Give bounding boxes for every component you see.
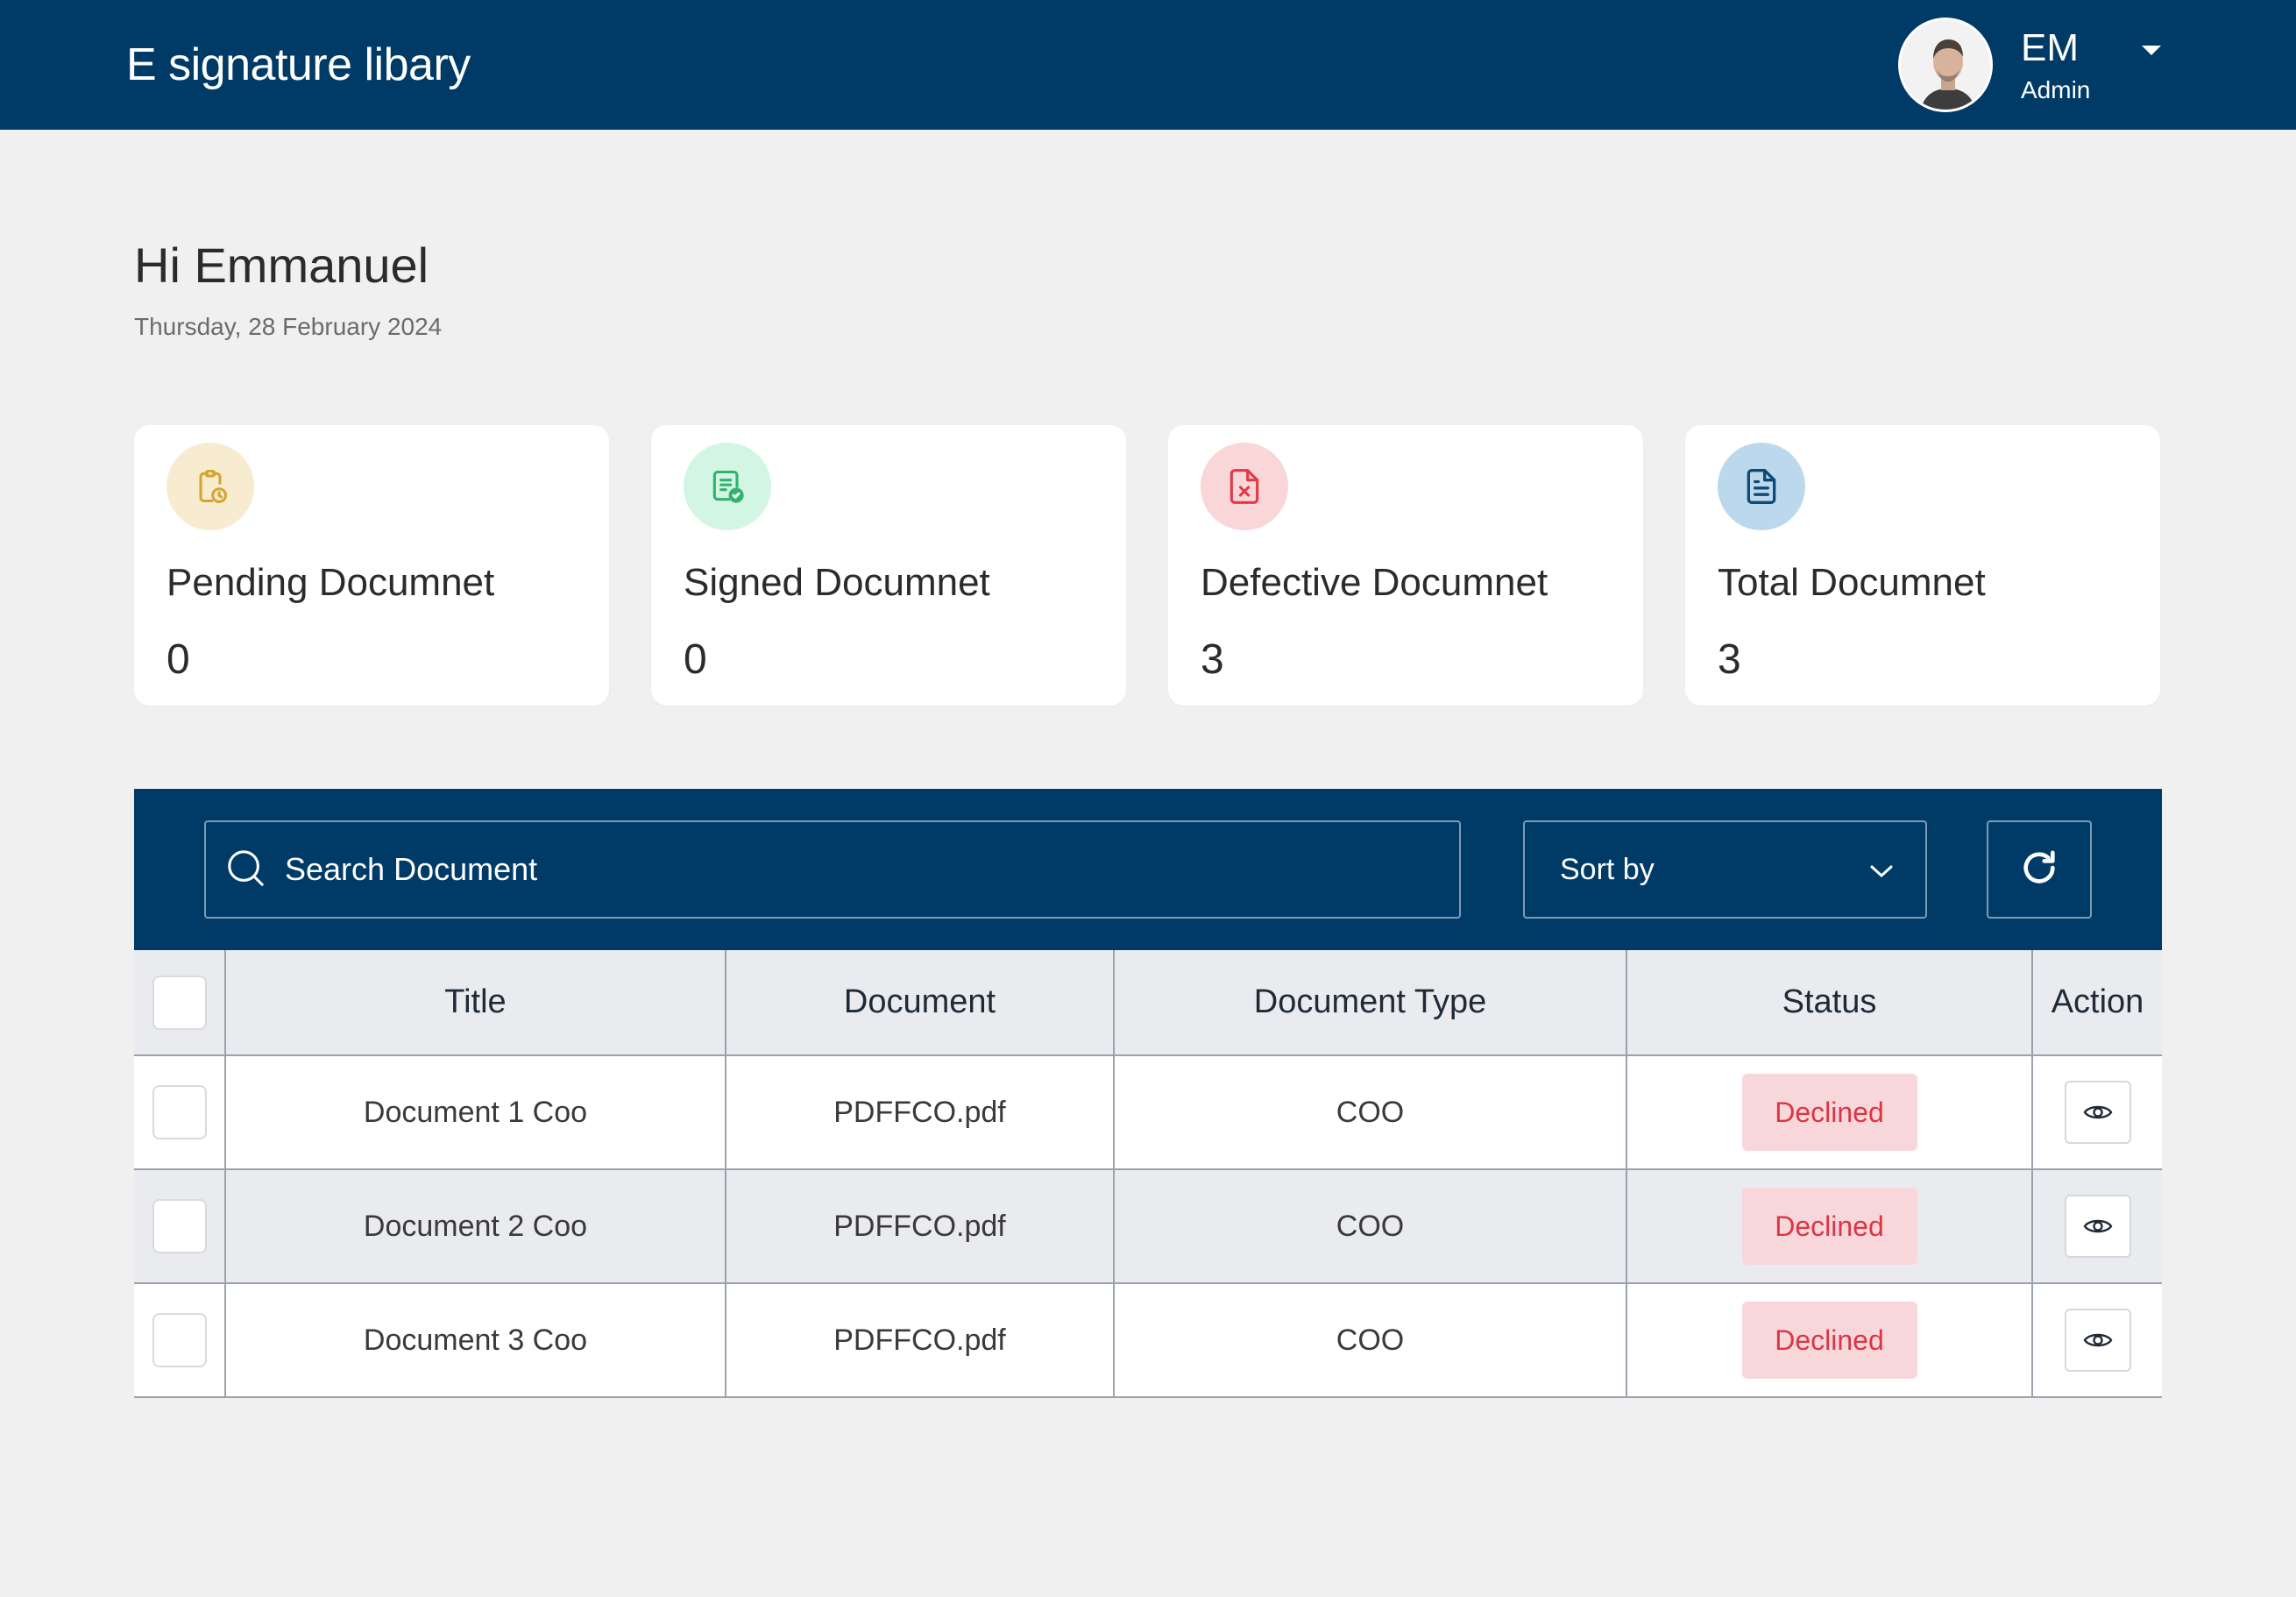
cell-document-type: COO <box>1114 1283 1627 1397</box>
stat-label: Defective Documnet <box>1201 561 1548 604</box>
avatar[interactable] <box>1898 18 1993 112</box>
table-toolbar: Sort by <box>134 789 2162 950</box>
view-button[interactable] <box>2064 1195 2131 1258</box>
cell-document: PDFFCO.pdf <box>726 1169 1115 1283</box>
cell-title: Document 3 Coo <box>225 1283 726 1397</box>
search-input[interactable] <box>285 851 1424 888</box>
eye-icon <box>2083 1219 2112 1233</box>
refresh-button[interactable] <box>1987 820 2092 919</box>
cell-document-type: COO <box>1114 1169 1627 1283</box>
stat-value: 3 <box>1201 636 1224 683</box>
sort-dropdown[interactable]: Sort by <box>1523 820 1927 919</box>
cell-title: Document 2 Coo <box>225 1169 726 1283</box>
stat-card-pending[interactable]: Pending Documnet 0 <box>134 425 609 706</box>
stats-cards: Pending Documnet 0 Signed Documnet 0 Def… <box>134 425 2162 706</box>
view-button[interactable] <box>2064 1081 2131 1144</box>
chevron-down-icon <box>1869 853 1894 887</box>
cell-document: PDFFCO.pdf <box>726 1055 1115 1169</box>
table-row: Document 2 Coo PDFFCO.pdf COO Declined <box>134 1169 2162 1283</box>
table-row: Document 1 Coo PDFFCO.pdf COO Declined <box>134 1055 2162 1169</box>
search-icon <box>225 848 266 892</box>
stat-label: Total Documnet <box>1718 561 1986 604</box>
documents-table: Title Document Document Type Status Acti… <box>134 950 2162 1398</box>
refresh-icon <box>2019 848 2059 892</box>
column-header-status[interactable]: Status <box>1626 950 2033 1055</box>
file-text-icon <box>1718 443 1805 530</box>
column-header-document-type[interactable]: Document Type <box>1114 950 1627 1055</box>
eye-icon <box>2083 1105 2112 1119</box>
status-badge: Declined <box>1741 1302 1917 1379</box>
cell-document-type: COO <box>1114 1055 1627 1169</box>
user-role: Admin <box>2021 76 2091 103</box>
select-all-checkbox[interactable] <box>152 975 207 1030</box>
status-badge: Declined <box>1741 1188 1917 1265</box>
file-x-icon <box>1201 443 1288 530</box>
status-badge: Declined <box>1741 1074 1917 1151</box>
app-title: E signature libary <box>126 39 471 90</box>
view-button[interactable] <box>2064 1309 2131 1372</box>
search-box[interactable] <box>204 820 1461 919</box>
clipboard-clock-icon <box>167 443 254 530</box>
table-row: Document 3 Coo PDFFCO.pdf COO Declined <box>134 1283 2162 1397</box>
column-header-document[interactable]: Document <box>726 950 1115 1055</box>
top-navbar: E signature libary EM Admin <box>0 0 2296 130</box>
greeting-title: Hi Emmanuel <box>134 238 429 293</box>
column-header-title[interactable]: Title <box>225 950 726 1055</box>
row-checkbox[interactable] <box>152 1085 207 1139</box>
column-header-action: Action <box>2051 983 2144 1020</box>
document-check-icon <box>684 443 771 530</box>
row-checkbox[interactable] <box>152 1199 207 1253</box>
stat-label: Signed Documnet <box>684 561 990 604</box>
current-date: Thursday, 28 February 2024 <box>134 313 443 340</box>
stat-value: 0 <box>684 636 707 683</box>
user-initials: EM <box>2021 26 2079 69</box>
stat-label: Pending Documnet <box>167 561 495 604</box>
user-menu[interactable]: EM Admin <box>1898 18 2090 112</box>
eye-icon <box>2083 1333 2112 1347</box>
stat-value: 0 <box>167 636 190 683</box>
cell-title: Document 1 Coo <box>225 1055 726 1169</box>
stat-card-signed[interactable]: Signed Documnet 0 <box>651 425 1126 706</box>
table-header-row: Title Document Document Type Status Acti… <box>134 950 2162 1055</box>
caret-down-icon[interactable] <box>2138 42 2165 60</box>
sort-label: Sort by <box>1560 852 1655 886</box>
cell-document: PDFFCO.pdf <box>726 1283 1115 1397</box>
row-checkbox[interactable] <box>152 1313 207 1367</box>
stat-card-total[interactable]: Total Documnet 3 <box>1685 425 2160 706</box>
stat-card-defective[interactable]: Defective Documnet 3 <box>1168 425 1643 706</box>
stat-value: 3 <box>1718 636 1741 683</box>
